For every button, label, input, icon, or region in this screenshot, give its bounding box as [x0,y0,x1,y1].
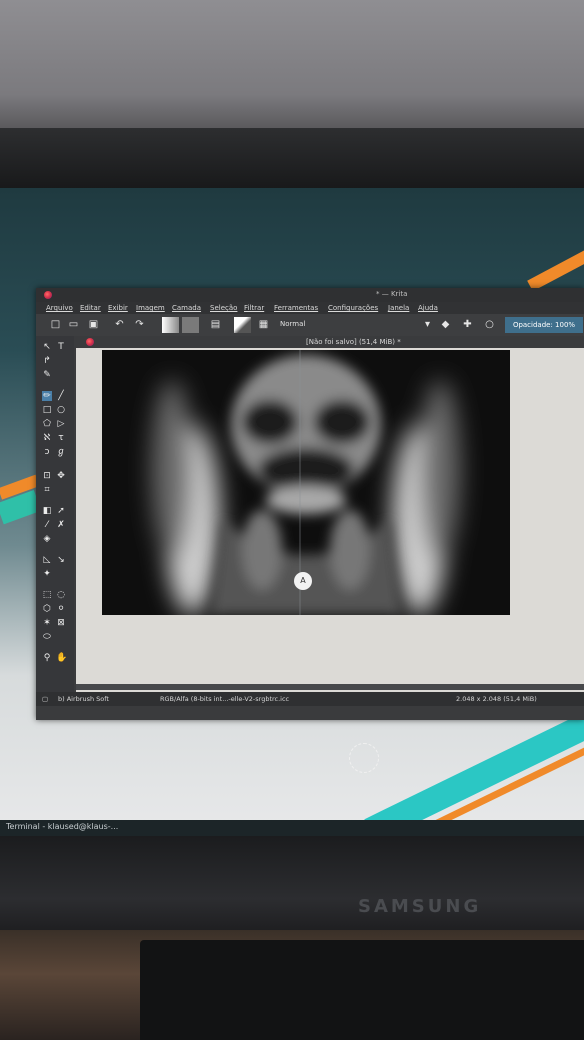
rectangle-tool-icon[interactable]: □ [42,405,52,415]
multibrush-tool-icon[interactable]: ℊ [56,447,66,457]
wall-background [0,0,584,135]
smart-patch-tool-icon[interactable]: ✗ [56,520,66,530]
undo-icon[interactable]: ↶ [114,319,125,330]
wallpaper-stripe-orange [527,243,584,292]
eraser-icon[interactable]: ◆ [440,319,451,330]
menu-imagem[interactable]: Imagem [136,304,165,312]
krita-logo-icon [44,291,52,299]
assistant-handle[interactable]: A [294,572,312,590]
edit-shapes-tool-icon[interactable]: ↱ [42,356,52,366]
text-tool-icon[interactable]: T [56,342,66,352]
crop-tool-icon[interactable]: ⌗ [42,485,52,495]
statusbar: ▢ b) Airbrush Soft RGB/Alfa (8-bits int.… [36,692,584,706]
document-title: [Não foi salvo] (51,4 MiB) * [306,338,401,346]
freehand-brush-tool-icon[interactable]: ✏ [42,391,52,401]
window-title: * — Krita [376,290,408,298]
monitor-bezel-bottom [0,836,584,941]
similar-select-tool-icon[interactable]: ⊠ [56,618,66,628]
menu-filtrar[interactable]: Filtrar [244,304,264,312]
open-folder-icon[interactable]: ▭ [68,319,79,330]
freehand-select-tool-icon[interactable]: ⚪ [56,604,66,614]
perspective-grid-tool-icon[interactable]: ↘ [56,555,66,565]
bezier-tool-icon[interactable]: ℵ [42,433,52,443]
taskbar: Terminal - klaused@klaus-... [0,820,584,836]
gradient-selector[interactable] [162,317,179,333]
dynamic-brush-tool-icon[interactable]: ↄ [42,447,52,457]
document-icon [86,338,94,346]
crop-transform-tool-icon[interactable]: ⊡ [42,471,52,481]
brush-settings-icon[interactable]: ▤ [210,319,221,330]
preset-grid-icon[interactable]: ▦ [258,319,269,330]
colorize-mask-tool-icon[interactable]: ⁄ [42,520,52,530]
color-picker-tool-icon[interactable]: ➚ [56,506,66,516]
taskbar-terminal-item[interactable]: Terminal - klaused@klaus-... [6,822,118,831]
save-icon[interactable]: ▣ [88,319,99,330]
rectangle-select-tool-icon[interactable]: ⬚ [42,590,52,600]
document-tab[interactable]: [Não foi salvo] (51,4 MiB) * [76,336,584,348]
menubar: Arquivo Editar Exibir Imagem Camada Sele… [36,302,584,314]
fill-tool-icon[interactable]: ◈ [42,534,52,544]
gradient-tool-icon[interactable]: ◧ [42,506,52,516]
menu-ajuda[interactable]: Ajuda [418,304,438,312]
krita-window: * — Krita Arquivo Editar Exibir Imagem C… [36,288,584,773]
polygon-select-tool-icon[interactable]: ⬡ [42,604,52,614]
wrap-around-icon[interactable]: ○ [484,319,495,330]
polygon-tool-icon[interactable]: ⬠ [42,419,52,429]
menu-camada[interactable]: Camada [172,304,201,312]
menu-ferramentas[interactable]: Ferramentas [274,304,318,312]
calligraphy-tool-icon[interactable]: ✎ [42,370,52,380]
menu-editar[interactable]: Editar [80,304,101,312]
wallpaper-stripe-teal [364,705,584,838]
polyline-tool-icon[interactable]: ▷ [56,419,66,429]
freehand-path-tool-icon[interactable]: τ [56,433,66,443]
dropdown-arrow-icon[interactable]: ▾ [422,319,433,330]
menu-janela[interactable]: Janela [388,304,409,312]
horizontal-scrollbar[interactable] [76,684,584,690]
ellipse-tool-icon[interactable]: ○ [56,405,66,415]
reference-images-tool-icon[interactable]: ✦ [42,569,52,579]
menu-arquivo[interactable]: Arquivo [46,304,73,312]
color-profile-label: RGB/Alfa (8-bits int...-elle-V2-srgbtrc.… [160,695,290,703]
menu-exibir[interactable]: Exibir [108,304,128,312]
brush-outline-cursor [349,743,379,773]
alpha-lock-icon[interactable]: ✚ [462,319,473,330]
pattern-selector[interactable] [182,317,199,333]
line-tool-icon[interactable]: ╱ [56,391,66,401]
new-document-icon[interactable]: □ [50,319,61,330]
blend-mode-select[interactable]: Normal [280,320,305,328]
pan-tool-icon[interactable]: ✋ [56,653,67,663]
select-shapes-tool-icon[interactable]: ↖ [42,342,52,352]
contiguous-select-tool-icon[interactable]: ✶ [42,618,52,628]
monitor-brand-logo: SAMSUNG [358,896,482,917]
menu-configuracoes[interactable]: Configurações [328,304,378,312]
image-size-label[interactable]: 2.048 x 2.048 (51,4 MiB) [456,695,537,703]
assistant-tool-icon[interactable]: ◺ [42,555,52,565]
zoom-tool-icon[interactable]: ⚲ [42,653,52,663]
brush-preset-selector[interactable] [234,317,251,333]
toolbox: ↖ T ↱ ✎ ✏ ╱ □ ○ ⬠ ▷ ℵ τ ↄ ℊ ⊡ ✥ ⌗ ◧ ➚ ⁄ … [36,336,74,692]
monitor-stand [140,940,584,1040]
current-brush-label[interactable]: b) Airbrush Soft [58,695,109,703]
monitor-screen: * — Krita Arquivo Editar Exibir Imagem C… [0,188,584,838]
ellipse-select-tool-icon[interactable]: ◌ [56,590,66,600]
move-tool-icon[interactable]: ✥ [56,471,66,481]
menu-selecao[interactable]: Seleção [210,304,237,312]
toolbar: □ ▭ ▣ ↶ ↷ ▤ ▦ Normal ▾ ◆ ✚ ○ Opacidade: … [36,314,584,336]
window-titlebar: * — Krita [36,288,584,302]
opacity-slider[interactable]: Opacidade: 100% [505,317,583,333]
bezier-select-tool-icon[interactable]: ⬭ [42,632,52,642]
redo-icon[interactable]: ↷ [134,319,145,330]
brush-preview-icon: ▢ [42,695,49,703]
